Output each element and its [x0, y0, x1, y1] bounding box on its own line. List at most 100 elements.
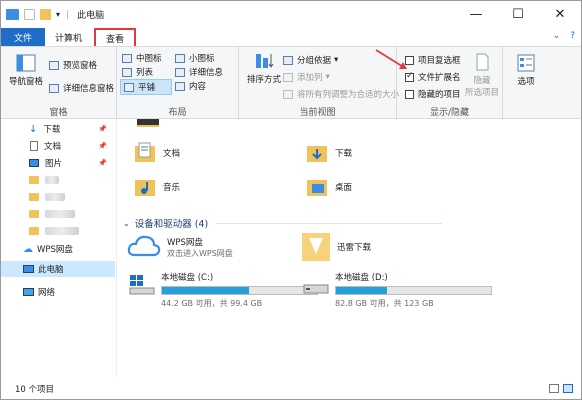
- blurred-label: [45, 227, 79, 235]
- devices-section-header[interactable]: ⌄ 设备和驱动器 (4): [123, 216, 443, 230]
- hide-label: 隐藏: [473, 76, 491, 86]
- drive-d-name: 本地磁盘 (D:): [335, 273, 388, 283]
- hidden-items-checkbox[interactable]: [405, 89, 414, 99]
- file-extensions-checkbox[interactable]: [405, 71, 414, 82]
- view-tiles-icon[interactable]: [563, 384, 573, 393]
- file-extensions-toggle[interactable]: 文件扩展名: [405, 71, 461, 83]
- computer-icon: [23, 265, 34, 273]
- layout-small-label: 小图标: [189, 54, 215, 64]
- pin-icon[interactable]: 📌: [98, 125, 107, 133]
- view-details-icon[interactable]: [549, 384, 559, 393]
- annotation-arrow-icon: [375, 49, 407, 69]
- quick-access-dropdown-icon[interactable]: ▾: [56, 10, 60, 19]
- documents-folder-icon: [135, 142, 155, 162]
- nav-item-network[interactable]: 网络: [1, 284, 115, 300]
- maximize-button[interactable]: ☐: [497, 1, 539, 28]
- group-by-dropdown-icon: ▾: [334, 55, 339, 65]
- layout-medium-label: 中图标: [136, 54, 162, 64]
- hide-selected-button[interactable]: 隐藏 所选项目: [463, 53, 501, 98]
- computer-icon: [6, 9, 19, 20]
- minimize-button[interactable]: —: [455, 1, 497, 28]
- device-xunlei[interactable]: 迅雷下载: [301, 232, 371, 262]
- layout-small-icons[interactable]: 小图标: [175, 52, 215, 64]
- options-icon: [517, 54, 535, 72]
- add-columns-button[interactable]: 添加列 ▾: [283, 71, 330, 83]
- help-icon[interactable]: ?: [570, 31, 575, 41]
- preview-pane-button[interactable]: 预览窗格: [49, 59, 97, 71]
- layout-content[interactable]: 内容: [175, 80, 206, 92]
- sort-icon: [256, 54, 274, 68]
- preview-pane-label: 预览窗格: [63, 61, 98, 71]
- explorer-window: ▾ | 此电脑 — ☐ ✕ 文件 计算机 查看 ⌄ ? 导航窗格 预览窗格 详细…: [0, 0, 582, 400]
- video-folder-partial[interactable]: [137, 119, 159, 127]
- folder-docs[interactable]: 文档: [133, 141, 180, 165]
- drive-c[interactable]: 本地磁盘 (C:) 44.2 GB 可用，共 99.4 GB: [129, 271, 318, 309]
- ribbon-tabs: 文件 计算机 查看 ⌄ ?: [1, 28, 581, 46]
- nav-docs-label: 文档: [44, 142, 62, 152]
- layout-medium-icons[interactable]: 中图标: [122, 52, 162, 64]
- nav-item-blurred-1[interactable]: [1, 172, 115, 188]
- hidden-items-toggle[interactable]: 隐藏的项目: [405, 88, 461, 100]
- preview-pane-icon: [49, 60, 59, 70]
- small-icons-icon: [175, 53, 185, 63]
- layout-list[interactable]: 列表: [122, 66, 153, 78]
- blurred-label: [45, 176, 59, 184]
- device-wps[interactable]: WPS网盘 双击进入WPS网盘: [127, 233, 233, 261]
- music-folder-icon: [135, 180, 155, 196]
- content-icon: [175, 81, 185, 91]
- drive-d-free: 82.8 GB 可用，共 123 GB: [335, 299, 434, 308]
- layout-details[interactable]: 详细信息: [175, 66, 223, 78]
- pin-icon[interactable]: 📌: [98, 159, 107, 167]
- group-panes-label: 窗格: [49, 108, 68, 118]
- add-columns-dropdown-icon: ▾: [325, 72, 330, 82]
- group-by-button[interactable]: 分组依据 ▾: [283, 54, 338, 66]
- folder-docs-label: 文档: [163, 149, 181, 159]
- properties-icon[interactable]: [24, 9, 35, 20]
- item-checkboxes-toggle[interactable]: 项目复选框: [405, 54, 461, 66]
- drive-c-free: 44.2 GB 可用，共 99.4 GB: [161, 299, 263, 308]
- window-title: 此电脑: [77, 11, 105, 21]
- options-button[interactable]: 选项: [509, 54, 543, 87]
- file-extensions-label: 文件扩展名: [418, 73, 461, 83]
- fit-columns-button[interactable]: 将所有列调整为合适的大小: [283, 88, 399, 100]
- drive-c-name: 本地磁盘 (C:): [161, 273, 214, 283]
- folder-download[interactable]: 下载: [305, 141, 352, 165]
- nav-item-this-pc[interactable]: 此电脑: [1, 261, 115, 277]
- folder-icon: [29, 210, 39, 218]
- close-button[interactable]: ✕: [539, 1, 581, 28]
- ribbon-collapse-icon[interactable]: ⌄: [553, 31, 561, 41]
- folder-music[interactable]: 音乐: [133, 175, 180, 199]
- sort-by-button[interactable]: 排序方式: [244, 52, 284, 85]
- group-show-hide-label: 显示/隐藏: [429, 108, 470, 118]
- nav-item-pictures[interactable]: 图片 📌: [1, 155, 115, 171]
- nav-item-blurred-4[interactable]: [1, 223, 115, 239]
- nav-item-blurred-2[interactable]: [1, 189, 115, 205]
- nav-item-wps[interactable]: ☁ WPS网盘: [1, 241, 115, 257]
- nav-network-label: 网络: [38, 288, 56, 298]
- nav-pane-button[interactable]: 导航窗格: [7, 54, 45, 87]
- status-bar: 10 个项目: [1, 379, 581, 399]
- new-folder-icon[interactable]: [40, 9, 51, 20]
- tab-computer[interactable]: 计算机: [45, 28, 92, 46]
- add-columns-label: 添加列: [297, 73, 323, 83]
- tab-view[interactable]: 查看: [94, 28, 137, 46]
- fit-columns-label: 将所有列调整为合适的大小: [297, 90, 400, 100]
- layout-tiles[interactable]: 平铺: [120, 79, 172, 95]
- drive-d[interactable]: 本地磁盘 (D:) 82.8 GB 可用，共 123 GB: [303, 271, 492, 309]
- windows-drive-icon: [129, 275, 155, 295]
- folder-desktop[interactable]: 桌面: [305, 175, 352, 199]
- pin-icon[interactable]: 📌: [98, 142, 107, 150]
- details-pane-button[interactable]: 详细信息窗格: [49, 82, 114, 94]
- folder-icon: [29, 227, 39, 235]
- nav-item-docs[interactable]: 文档 📌: [1, 138, 115, 154]
- tab-file[interactable]: 文件: [1, 28, 46, 46]
- nav-item-download[interactable]: ↓ 下载 📌: [1, 121, 115, 137]
- network-icon: [23, 288, 34, 296]
- content-pane: 文档 下载 音乐 桌面 ⌄ 设备和驱动器 (4) WPS网盘 双击进入WPS网盘: [119, 119, 581, 377]
- group-show-hide: 项目复选框 文件扩展名 隐藏的项目 隐藏 所选项目 显示/隐藏: [397, 47, 503, 120]
- nav-item-blurred-3[interactable]: [1, 206, 115, 222]
- nav-pics-label: 图片: [45, 159, 63, 169]
- download-folder-icon: [307, 146, 327, 162]
- details-pane-icon: [49, 83, 59, 93]
- add-columns-icon: [283, 72, 293, 82]
